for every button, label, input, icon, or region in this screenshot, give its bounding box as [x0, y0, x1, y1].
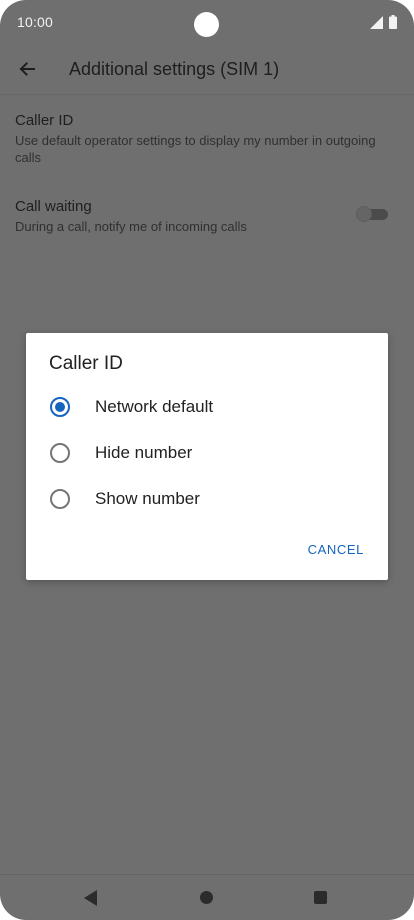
call-waiting-toggle[interactable]: [356, 206, 388, 222]
status-icons: [370, 15, 397, 29]
option-hide-number[interactable]: Hide number: [26, 430, 388, 476]
back-button[interactable]: [10, 52, 44, 86]
status-time: 10:00: [17, 14, 54, 30]
signal-icon: [370, 15, 383, 29]
setting-caller-id[interactable]: Caller ID Use default operator settings …: [15, 112, 387, 166]
battery-icon: [389, 15, 397, 29]
setting-subtitle: Use default operator settings to display…: [15, 133, 376, 165]
setting-title: Caller ID: [15, 112, 74, 129]
status-bar: 10:00: [0, 0, 414, 46]
option-label: Hide number: [95, 443, 193, 462]
setting-subtitle: During a call, notify me of incoming cal…: [15, 219, 247, 234]
cancel-button[interactable]: CANCEL: [300, 538, 372, 561]
nav-back-icon[interactable]: [84, 890, 98, 906]
nav-recents-icon[interactable]: [314, 891, 327, 904]
option-show-number[interactable]: Show number: [26, 476, 388, 522]
page-title: Additional settings (SIM 1): [69, 59, 280, 79]
toggle-thumb: [356, 206, 372, 222]
app-bar: Additional settings (SIM 1): [0, 46, 414, 95]
nav-home-icon[interactable]: [200, 891, 213, 904]
option-network-default[interactable]: Network default: [26, 384, 388, 430]
option-label: Network default: [95, 397, 214, 416]
dialog-title: Caller ID: [49, 353, 123, 374]
radio-dot: [55, 402, 65, 412]
caller-id-dialog: Caller ID Network default Hide number Sh…: [26, 333, 388, 580]
phone-screen: 10:00 Additional settings (SIM 1) Caller…: [0, 0, 414, 920]
front-camera: [194, 12, 219, 37]
option-label: Show number: [95, 489, 200, 508]
radio-unselected-icon[interactable]: [50, 443, 70, 463]
radio-selected-icon[interactable]: [50, 397, 70, 417]
arrow-left-icon: [19, 62, 35, 76]
radio-unselected-icon[interactable]: [50, 489, 70, 509]
setting-title: Call waiting: [15, 198, 92, 215]
navigation-bar: [0, 874, 414, 920]
setting-call-waiting[interactable]: Call waiting During a call, notify me of…: [15, 198, 387, 235]
